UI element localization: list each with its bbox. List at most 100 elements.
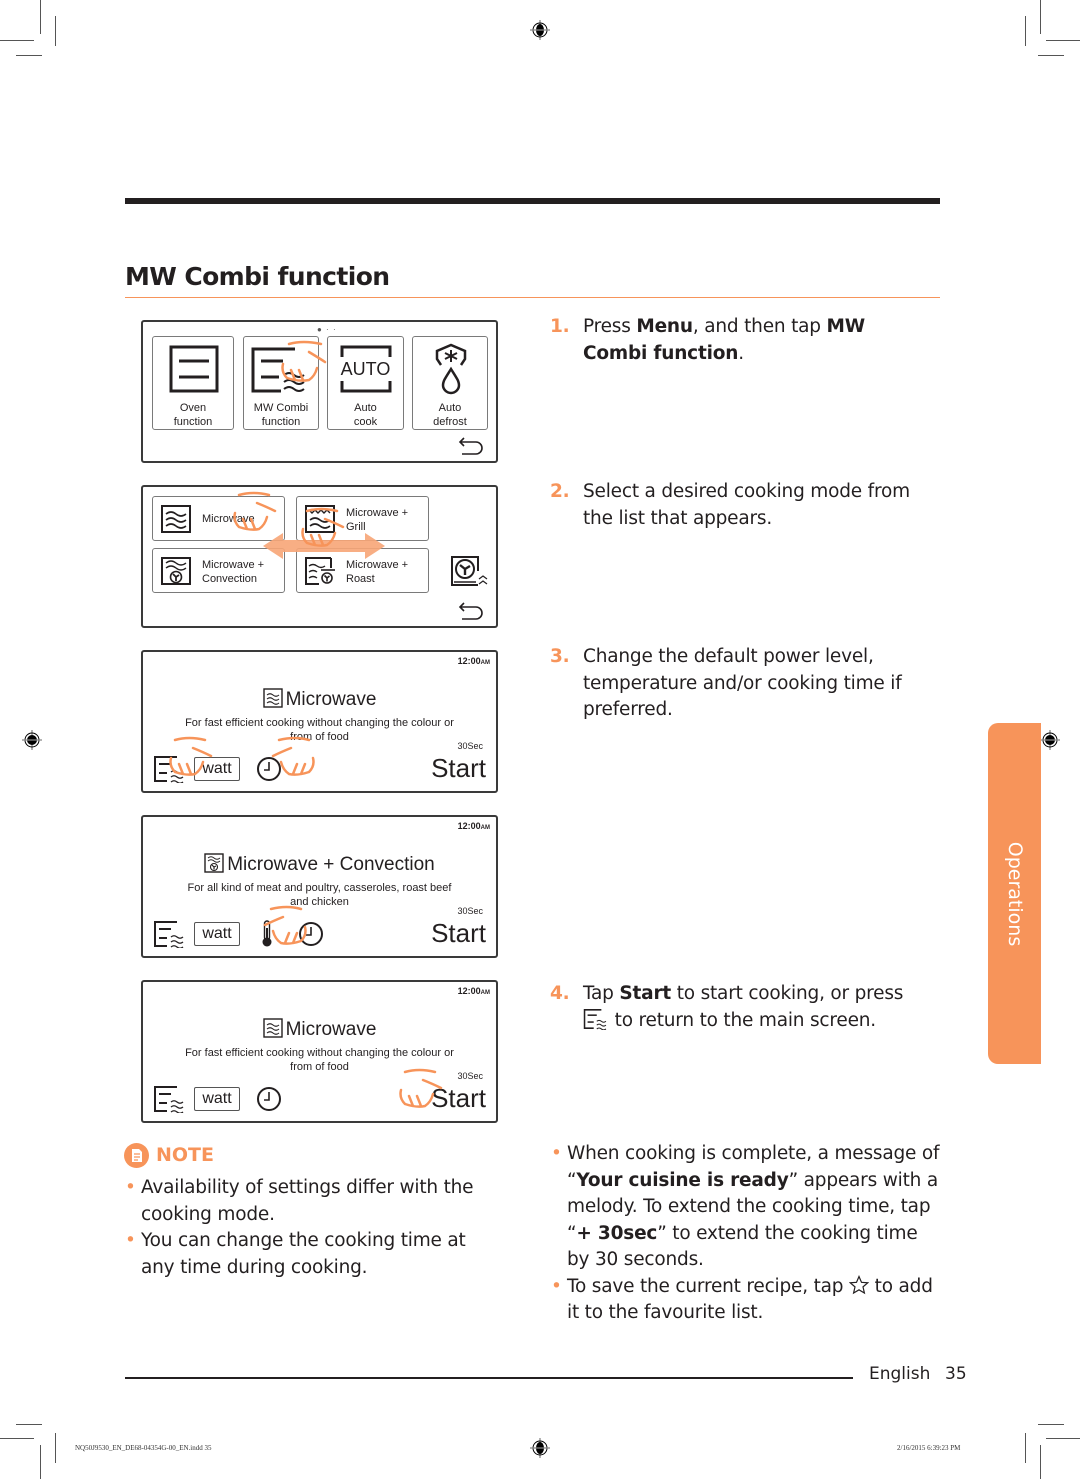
mode-label: Microwave + [346,507,409,519]
clock-time: 12:00 [457,986,481,996]
crop-mark [1025,16,1026,46]
clock-time: 12:00 [457,821,481,831]
oven-function-icon [169,345,219,393]
cook-time: 30Sec [457,906,483,916]
tile-label: defrost [433,416,467,428]
microwave-roast-icon [305,557,335,585]
mode-detail-screen: 12:00AM Microwave For fast efficient coo… [141,650,498,793]
note-label: NOTE [156,1144,214,1166]
start-button[interactable]: Start [431,1083,486,1113]
step-number: 4. [550,983,570,1004]
watt-button[interactable]: watt [194,757,240,781]
crop-mark [16,55,42,56]
back-arrow-icon[interactable] [458,436,484,456]
mode-list-screen: Microwave Microwave + Grill Microwave + Co… [141,485,498,628]
step-text: to start cooking, or press [671,983,904,1004]
bullet-icon: • [125,1230,136,1251]
crop-mark [40,1445,41,1479]
footer-language: English [869,1364,931,1384]
mode-title: Microwave + Convection [227,854,435,875]
clock-time: 12:00 [457,656,481,666]
section-tab[interactable]: Operations [988,723,1041,1064]
menu-tile-mw-combi-function[interactable]: MW Combi function [243,336,319,430]
note-text: Availability of settings differ with the… [141,1177,474,1225]
star-icon [849,1274,869,1294]
timer-icon[interactable] [256,756,282,782]
watt-button[interactable]: watt [194,922,240,946]
page-title: MW Combi function [125,262,390,291]
microwave-convection-icon [161,557,191,585]
timer-icon[interactable] [256,1086,282,1112]
crop-mark [1025,1433,1026,1463]
cook-time: 30Sec [457,741,483,751]
note-item: • Availability of settings differ with th… [125,1175,495,1228]
microwave-icon [262,1018,283,1038]
step-text: . [738,342,744,364]
tips-list: • When cooking is complete, a message of … [551,1141,941,1327]
timer-icon[interactable] [298,921,324,947]
tile-label: function [173,416,213,428]
page-number: 35 [945,1364,967,1384]
main-menu-icon [583,1008,607,1030]
slug-timestamp: 2/16/2015 6:39:23 PM [897,1444,961,1452]
mode-tile-microwave-convection[interactable]: Microwave + Convection [152,548,285,593]
note-icon [124,1142,149,1168]
bullet-icon: • [551,1143,562,1164]
registration-mark-icon [530,20,550,40]
step-keyword: Menu [636,316,693,337]
crop-mark [1046,1438,1080,1439]
crop-mark [0,40,34,41]
clock: 12:00AM [458,821,490,831]
registration-mark-icon [22,730,42,750]
main-menu-icon[interactable] [153,920,187,948]
registration-mark-icon [1040,730,1060,750]
clock-suffix: AM [480,825,490,831]
step-keyword: Start [619,983,672,1004]
tile-label: cook [353,416,378,428]
mw-combi-icon [251,347,305,393]
main-menu-icon[interactable] [153,755,187,783]
main-menu-icon[interactable] [153,1085,187,1113]
step-3: 3. Change the default power level, tempe… [550,644,925,724]
clock: 12:00AM [458,656,490,666]
step-text: Press [583,316,637,337]
mode-tile-microwave-roast[interactable]: Microwave + Roast [296,548,429,593]
back-arrow-icon[interactable] [458,601,484,621]
registration-mark-icon [530,1438,550,1458]
step-number: 2. [550,481,570,502]
start-button[interactable]: Start [431,753,486,783]
microwave-icon [161,505,191,533]
watt-button[interactable]: watt [194,1087,240,1111]
fan-oven-icon[interactable] [450,555,490,589]
tile-label: Oven [179,402,207,414]
tile-label: MW Combi [253,402,309,414]
auto-defrost-icon [435,343,467,395]
clock: 12:00AM [458,986,490,996]
mode-description: For fast efficient cooking without chang… [185,1047,454,1059]
mode-description: and chicken [290,896,349,908]
menu-tile-auto-defrost[interactable]: Auto defrost [412,336,488,430]
tile-label: Auto [354,402,377,414]
menu-tile-oven-function[interactable]: Oven function [152,336,234,430]
crop-mark [40,0,41,34]
tile-label: Auto [438,402,462,414]
tip-item: • When cooking is complete, a message of … [551,1141,941,1274]
mode-description: For all kind of meat and poultry, casser… [187,882,452,894]
temperature-icon[interactable] [261,920,273,948]
mode-title: Microwave [285,1019,377,1040]
mode-tile-microwave[interactable]: Microwave [152,496,285,541]
step-number: 1. [550,316,570,337]
menu-tile-auto-cook[interactable]: AUTO Auto cook [327,336,404,430]
bullet-icon: • [125,1177,136,1198]
microwave-icon [262,688,283,708]
mode-tile-microwave-grill[interactable]: Microwave + Grill [296,496,429,541]
microwave-convection-icon [204,853,224,873]
microwave-grill-icon [305,505,335,533]
cook-time: 30Sec [457,1071,483,1081]
mode-description: from of food [290,1061,349,1073]
crop-mark [1038,55,1064,56]
clock-suffix: AM [480,660,490,666]
bullet-icon: • [551,1275,562,1297]
tip-keyword: + 30sec [576,1222,658,1244]
start-button[interactable]: Start [431,918,486,948]
